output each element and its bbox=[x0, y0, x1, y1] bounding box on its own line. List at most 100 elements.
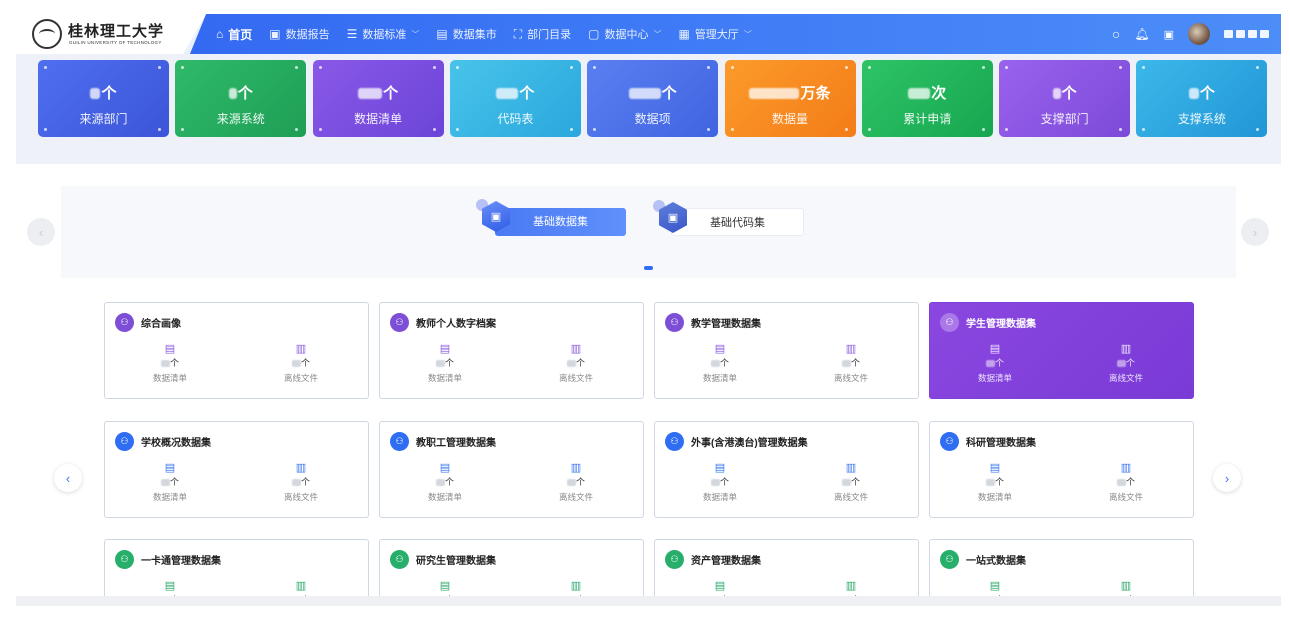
list-count-label: 数据清单 bbox=[152, 373, 187, 383]
dataset-file-count[interactable]: ▥个离线文件 bbox=[811, 462, 891, 503]
file-count-value: 个 bbox=[811, 357, 891, 369]
dataset-list-count[interactable]: ▤个数据清单 bbox=[955, 343, 1035, 384]
clipboard-icon: ▥ bbox=[845, 580, 857, 592]
clipboard-icon: ▥ bbox=[295, 580, 307, 592]
list-document-icon: ▤ bbox=[164, 580, 176, 592]
bottom-scroll-track bbox=[16, 596, 1281, 606]
dataset-card[interactable]: ⚇ 研究生管理数据集 ▤个数据清单 ▥个离线文件 bbox=[379, 539, 644, 596]
dataset-file-count[interactable]: ▥个离线文件 bbox=[536, 343, 616, 384]
clipboard-icon: ▥ bbox=[845, 462, 857, 474]
dataset-list-count[interactable]: ▤个数据清单 bbox=[955, 580, 1035, 596]
file-count-value: 个 bbox=[1086, 476, 1166, 488]
dataset-list-count[interactable]: ▤个数据清单 bbox=[955, 462, 1035, 503]
dataset-list-count[interactable]: ▤个数据清单 bbox=[130, 580, 210, 596]
dataset-title: 教师个人数字档案 bbox=[416, 319, 496, 330]
dataset-card-header: ⚇ 资产管理数据集 bbox=[665, 550, 761, 569]
dataset-card-header: ⚇ 教职工管理数据集 bbox=[390, 432, 496, 451]
file-count-value: 个 bbox=[536, 357, 616, 369]
clipboard-icon: ▥ bbox=[570, 462, 582, 474]
clipboard-icon: ▥ bbox=[1120, 462, 1132, 474]
file-count-label: 离线文件 bbox=[833, 373, 868, 383]
users-icon: ⚇ bbox=[390, 313, 409, 332]
dataset-card[interactable]: ⚇ 外事(含港澳台)管理数据集 ▤ 个数据清单 ▥ 个离线文件 bbox=[654, 421, 919, 518]
chevron-left-icon: ‹ bbox=[65, 470, 71, 486]
file-count-label: 离线文件 bbox=[1108, 373, 1143, 383]
dataset-card[interactable]: ⚇ 科研管理数据集 ▤ 个数据清单 ▥ 个离线文件 bbox=[929, 421, 1194, 518]
dataset-file-count[interactable]: ▥个离线文件 bbox=[811, 580, 891, 596]
file-count-value: 个 bbox=[536, 476, 616, 488]
users-icon: ⚇ bbox=[390, 550, 409, 569]
list-document-icon: ▤ bbox=[714, 343, 726, 355]
list-document-icon: ▤ bbox=[439, 343, 451, 355]
dataset-card[interactable]: ⚇ 学校概况数据集 ▤ 个数据清单 ▥ 个离线文件 bbox=[104, 421, 369, 518]
dataset-list-count[interactable]: ▤个数据清单 bbox=[680, 580, 760, 596]
dataset-card-header: ⚇ 学生管理数据集 bbox=[940, 313, 1036, 332]
list-count-value: 个 bbox=[680, 357, 760, 369]
list-count-label: 数据清单 bbox=[702, 492, 737, 502]
dataset-list-count[interactable]: ▤个数据清单 bbox=[405, 462, 485, 503]
dataset-file-count[interactable]: ▥ 个离线文件 bbox=[261, 462, 341, 503]
file-count-label: 离线文件 bbox=[558, 373, 593, 383]
dataset-list-count[interactable]: ▤个数据清单 bbox=[680, 462, 760, 503]
clipboard-icon: ▥ bbox=[295, 462, 307, 474]
app-root: 桂林理工大学 GUILIN UNIVERSITY OF TECHNOLOGY ⌂… bbox=[0, 0, 1290, 641]
users-icon: ⚇ bbox=[115, 432, 134, 451]
dataset-file-count[interactable]: ▥个离线文件 bbox=[261, 343, 341, 384]
clipboard-icon: ▥ bbox=[1120, 580, 1132, 592]
dataset-title: 资产管理数据集 bbox=[691, 556, 761, 567]
list-document-icon: ▤ bbox=[164, 462, 176, 474]
chevron-right-icon: › bbox=[1224, 470, 1230, 486]
dataset-title: 综合画像 bbox=[141, 319, 181, 330]
list-count-label: 数据清单 bbox=[152, 492, 187, 502]
dataset-title: 教职工管理数据集 bbox=[416, 438, 496, 449]
file-count-value: 个 bbox=[811, 476, 891, 488]
users-icon: ⚇ bbox=[665, 432, 684, 451]
dataset-file-count[interactable]: ▥个离线文件 bbox=[261, 580, 341, 596]
dataset-title: 研究生管理数据集 bbox=[416, 556, 496, 567]
dataset-card[interactable]: ⚇ 一站式数据集 ▤个数据清单 ▥个离线文件 bbox=[929, 539, 1194, 596]
dataset-card-header: ⚇ 研究生管理数据集 bbox=[390, 550, 496, 569]
users-icon: ⚇ bbox=[665, 550, 684, 569]
dataset-title: 科研管理数据集 bbox=[966, 438, 1036, 449]
dataset-card[interactable]: ⚇ 学生管理数据集 ▤ 个数据清单 ▥ 个离线文件 bbox=[929, 302, 1194, 399]
list-count-label: 数据清单 bbox=[427, 373, 462, 383]
list-document-icon: ▤ bbox=[164, 343, 176, 355]
list-document-icon: ▤ bbox=[989, 462, 1001, 474]
dataset-card-header: ⚇ 科研管理数据集 bbox=[940, 432, 1036, 451]
file-count-value: 个 bbox=[261, 476, 341, 488]
dataset-card[interactable]: ⚇ 一卡通管理数据集 ▤个数据清单 ▥个离线文件 bbox=[104, 539, 369, 596]
dataset-list-count[interactable]: ▤个数据清单 bbox=[405, 343, 485, 384]
dataset-list-count[interactable]: ▤ 个数据清单 bbox=[130, 462, 210, 503]
dataset-card[interactable]: ⚇ 教师个人数字档案 ▤ 个数据清单 ▥ 个离线文件 bbox=[379, 302, 644, 399]
dataset-title: 外事(含港澳台)管理数据集 bbox=[691, 438, 808, 449]
dataset-file-count[interactable]: ▥个离线文件 bbox=[1086, 343, 1166, 384]
dataset-file-count[interactable]: ▥个离线文件 bbox=[1086, 462, 1166, 503]
dataset-list-count[interactable]: ▤个数据清单 bbox=[405, 580, 485, 596]
users-icon: ⚇ bbox=[940, 432, 959, 451]
list-count-value: 个 bbox=[955, 357, 1035, 369]
dataset-card[interactable]: ⚇ 教学管理数据集 ▤ 个数据清单 ▥ 个离线文件 bbox=[654, 302, 919, 399]
dataset-prev-button[interactable]: ‹ bbox=[54, 464, 82, 492]
users-icon: ⚇ bbox=[940, 550, 959, 569]
file-count-label: 离线文件 bbox=[558, 492, 593, 502]
file-count-label: 离线文件 bbox=[283, 373, 318, 383]
list-document-icon: ▤ bbox=[439, 462, 451, 474]
dataset-list-count[interactable]: ▤个数据清单 bbox=[130, 343, 210, 384]
dataset-list-count[interactable]: ▤个数据清单 bbox=[680, 343, 760, 384]
clipboard-icon: ▥ bbox=[570, 580, 582, 592]
dataset-next-button[interactable]: › bbox=[1213, 464, 1241, 492]
dataset-title: 学生管理数据集 bbox=[966, 319, 1036, 330]
dataset-file-count[interactable]: ▥个离线文件 bbox=[1086, 580, 1166, 596]
dataset-title: 学校概况数据集 bbox=[141, 438, 211, 449]
file-count-label: 离线文件 bbox=[283, 492, 318, 502]
list-count-value: 个 bbox=[130, 476, 210, 488]
dataset-file-count[interactable]: ▥个离线文件 bbox=[536, 580, 616, 596]
dataset-card[interactable]: ⚇ 综合画像 ▤ 个数据清单 ▥ 个离线文件 bbox=[104, 302, 369, 399]
dataset-card-header: ⚇ 学校概况数据集 bbox=[115, 432, 211, 451]
list-document-icon: ▤ bbox=[714, 462, 726, 474]
dataset-card[interactable]: ⚇ 教职工管理数据集 ▤ 个数据清单 ▥ 个离线文件 bbox=[379, 421, 644, 518]
file-count-value: 个 bbox=[261, 357, 341, 369]
dataset-card[interactable]: ⚇ 资产管理数据集 ▤个数据清单 ▥个离线文件 bbox=[654, 539, 919, 596]
dataset-file-count[interactable]: ▥ 个离线文件 bbox=[536, 462, 616, 503]
dataset-file-count[interactable]: ▥个离线文件 bbox=[811, 343, 891, 384]
